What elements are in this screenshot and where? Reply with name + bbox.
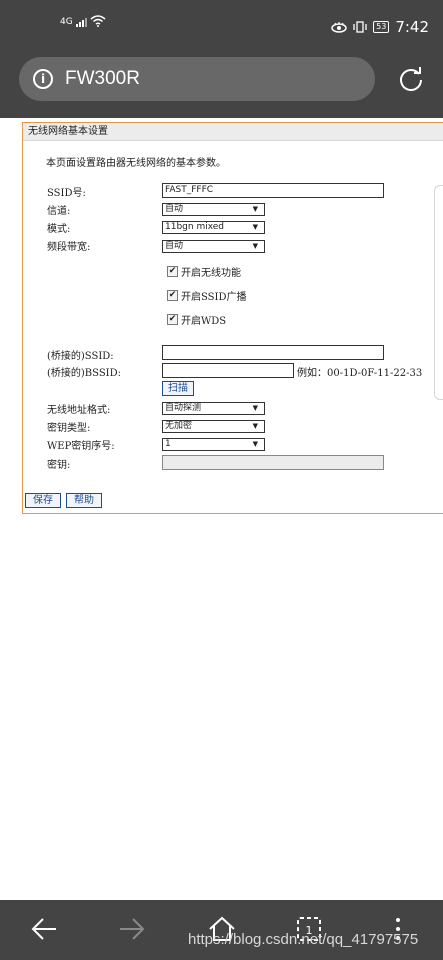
bridge-bssid-input[interactable] [162,363,294,378]
enable-wds-label: 开启WDS [181,316,227,327]
settings-form: 本页面设置路由器无线网络的基本参数。 SSID号: FAST_FFFC 信道: … [23,141,443,490]
dropdown-arrow-icon: ▼ [252,440,258,448]
edge-scroll-handle[interactable] [434,185,443,400]
addr-format-select[interactable]: 自动探测 ▼ [162,402,265,415]
checkmark-icon[interactable]: ✔ [167,314,178,325]
dropdown-arrow-icon: ▼ [252,242,258,250]
signal-indicator: 4G [60,15,106,27]
wireless-settings-panel: 无线网络基本设置 本页面设置路由器无线网络的基本参数。 SSID号: FAST_… [22,122,443,514]
browser-bottom-nav: 1 [0,900,443,960]
enable-wireless-checkbox[interactable]: ✔ 开启无线功能 [167,264,241,279]
enable-ssid-broadcast-label: 开启SSID广播 [181,292,247,303]
reload-icon[interactable] [397,65,425,93]
eye-icon [331,22,347,33]
ssid-label: SSID号: [47,188,86,199]
key-label: 密钥: [47,460,71,471]
wep-index-value: 1 [165,439,171,449]
wep-index-select[interactable]: 1 ▼ [162,438,265,451]
mode-label: 模式: [47,224,71,235]
dropdown-arrow-icon: ▼ [252,422,258,430]
key-type-value: 无加密 [165,421,193,431]
key-type-label: 密钥类型: [47,423,91,434]
enable-wds-checkbox[interactable]: ✔ 开启WDS [167,312,226,327]
back-arrow-icon[interactable] [30,914,58,944]
wifi-icon [90,15,106,27]
key-type-select[interactable]: 无加密 ▼ [162,420,265,433]
bridge-ssid-input[interactable] [162,345,384,360]
battery-icon: 53 [373,21,390,33]
dropdown-arrow-icon: ▼ [252,404,258,412]
ssid-input[interactable]: FAST_FFFC [162,183,384,198]
checkmark-icon[interactable]: ✔ [167,290,178,301]
help-button[interactable]: 帮助 [66,493,102,508]
bssid-example: 例如：00-1D-0F-11-22-33 [297,368,423,379]
network-type: 4G [60,17,73,27]
panel-title: 无线网络基本设置 [23,123,443,141]
bandwidth-select[interactable]: 自动 ▼ [162,240,265,253]
dropdown-arrow-icon: ▼ [252,205,258,213]
bridge-ssid-label: (桥接的)SSID: [47,351,114,362]
save-button[interactable]: 保存 [25,493,61,508]
page-description: 本页面设置路由器无线网络的基本参数。 [46,158,226,169]
channel-label: 信道: [47,206,71,217]
signal-icon [75,18,87,27]
bandwidth-label: 频段带宽: [47,242,91,253]
clock: 7:42 [395,18,429,36]
enable-ssid-broadcast-checkbox[interactable]: ✔ 开启SSID广播 [167,288,247,303]
channel-select[interactable]: 自动 ▼ [162,203,265,216]
url-text[interactable]: FW300R [65,68,140,90]
address-bar[interactable]: i FW300R [19,57,375,101]
vibrate-icon [353,21,367,33]
mode-select[interactable]: 11bgn mixed ▼ [162,221,265,234]
key-input[interactable] [162,455,384,470]
forward-arrow-icon[interactable] [118,914,146,944]
info-icon[interactable]: i [33,69,53,89]
addr-format-value: 自动探测 [165,403,202,413]
bridge-bssid-label: (桥接的)BSSID: [47,368,122,379]
addr-format-label: 无线地址格式: [47,405,111,416]
bandwidth-value: 自动 [165,241,184,251]
mode-value: 11bgn mixed [165,222,225,232]
channel-value: 自动 [165,204,184,214]
browser-chrome: 4G 53 7:42 i FW300R [0,0,443,118]
dropdown-arrow-icon: ▼ [252,223,258,231]
wep-index-label: WEP密钥序号: [47,441,115,452]
status-right: 53 7:42 [331,18,429,36]
watermark: https://blog.csdn.net/qq_41797575 [188,931,419,948]
checkmark-icon[interactable]: ✔ [167,266,178,277]
scan-button[interactable]: 扫描 [162,381,194,396]
enable-wireless-label: 开启无线功能 [181,268,241,279]
